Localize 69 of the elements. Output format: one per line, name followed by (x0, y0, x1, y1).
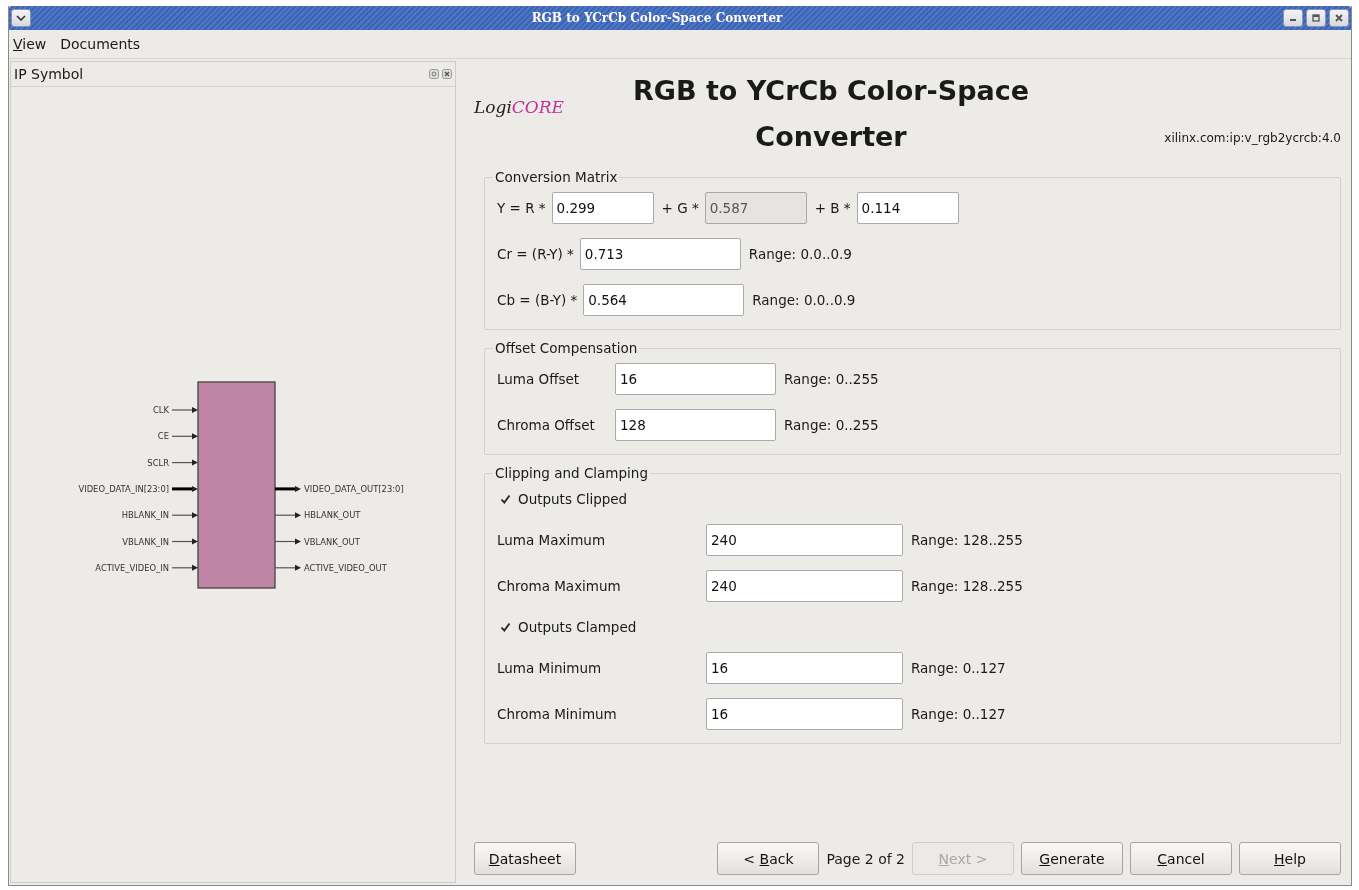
wizard-button[interactable]: Generate (1021, 842, 1123, 875)
group-title: Conversion Matrix (494, 169, 619, 185)
port-label: VIDEO_DATA_IN[23:0] (78, 483, 169, 494)
checkbox[interactable] (499, 620, 512, 634)
close-icon (1335, 14, 1343, 22)
close-button[interactable] (1329, 9, 1349, 27)
checkbox-label[interactable]: Outputs Clipped (518, 491, 628, 507)
port-label: HBLANK_IN (121, 509, 169, 520)
maximize-icon (1312, 14, 1320, 22)
port-label: CLK (153, 404, 169, 415)
group-title: Offset Compensation (494, 340, 639, 356)
maximize-button[interactable] (1306, 9, 1326, 27)
range-hint: Range: 0..127 (911, 660, 1006, 676)
checkbox[interactable] (499, 492, 512, 506)
checkbox-label[interactable]: Outputs Clamped (518, 619, 637, 635)
ip-identifier: xilinx.com:ip:v_rgb2ycrcb:4.0 (1164, 131, 1341, 145)
menu-item[interactable]: Documents (60, 36, 141, 52)
limit-field[interactable]: 240 (706, 570, 903, 602)
range-hint: Range: 128..255 (911, 532, 1023, 548)
field-label: + G * (661, 200, 699, 216)
field-label: Cb = (B-Y) * (497, 292, 578, 308)
wizard-button[interactable]: Cancel (1130, 842, 1232, 875)
chevron-down-icon (16, 15, 26, 21)
back-button[interactable]: < Back (717, 842, 820, 875)
group-title: Clipping and Clamping (494, 465, 649, 481)
range-hint: Range: 0.0..0.9 (748, 246, 852, 262)
port-label: ACTIVE_VIDEO_IN (95, 562, 169, 573)
limit-field[interactable]: 240 (706, 524, 903, 556)
limit-field[interactable]: 16 (706, 698, 903, 730)
port-label: ACTIVE_VIDEO_OUT (304, 562, 387, 573)
port-label: VIDEO_DATA_OUT[23:0] (304, 483, 404, 494)
range-hint: Range: 128..255 (911, 578, 1023, 594)
coefficient-field[interactable]: 0.114 (856, 192, 959, 224)
field-label: Chroma Minimum (497, 706, 618, 722)
field-label: Chroma Maximum (497, 578, 622, 594)
page-indicator: Page 2 of 2 (826, 850, 905, 867)
field-label: Luma Offset (497, 371, 581, 387)
close-icon[interactable] (442, 69, 452, 79)
port-label: SCLR (147, 457, 169, 468)
range-hint: Range: 0..127 (911, 706, 1006, 722)
field-label: Chroma Offset (497, 417, 596, 433)
port-label: VBLANK_OUT (304, 536, 360, 546)
field-label: Luma Minimum (497, 660, 603, 676)
coefficient-field[interactable]: 0.299 (551, 192, 654, 224)
field-label: Luma Maximum (497, 532, 607, 548)
limit-field[interactable]: 16 (706, 652, 903, 684)
range-hint: Range: 0.0..0.9 (752, 292, 856, 308)
minimize-button[interactable] (1283, 9, 1303, 27)
range-hint: Range: 0..255 (784, 371, 879, 387)
panel-title: IP Symbol (14, 66, 85, 82)
wizard-button[interactable]: Help (1239, 842, 1341, 875)
field-label: Cr = (R-Y) * (497, 246, 574, 262)
field-label: Y = R * (497, 200, 546, 216)
coefficient-field[interactable]: 0.713 (579, 238, 741, 270)
port-label: VBLANK_IN (122, 536, 169, 546)
port-label: HBLANK_OUT (304, 509, 361, 520)
offset-field[interactable]: 128 (615, 409, 776, 441)
coefficient-field[interactable]: 0.564 (583, 284, 745, 316)
window-menu-button[interactable] (11, 9, 31, 27)
datasheet-button[interactable]: Datasheet (474, 842, 576, 875)
field-label: + B * (814, 200, 851, 216)
logo: LogiCORE (474, 97, 564, 117)
float-icon[interactable] (429, 69, 439, 79)
menu-item[interactable]: View (13, 36, 47, 52)
page-title: RGB to YCrCb Color-Space Converter (631, 74, 1031, 154)
offset-field[interactable]: 16 (615, 363, 776, 395)
port-label: CE (157, 430, 169, 441)
range-hint: Range: 0..255 (784, 417, 879, 433)
window-title: RGB to YCrCb Color-Space Converter (530, 11, 784, 25)
